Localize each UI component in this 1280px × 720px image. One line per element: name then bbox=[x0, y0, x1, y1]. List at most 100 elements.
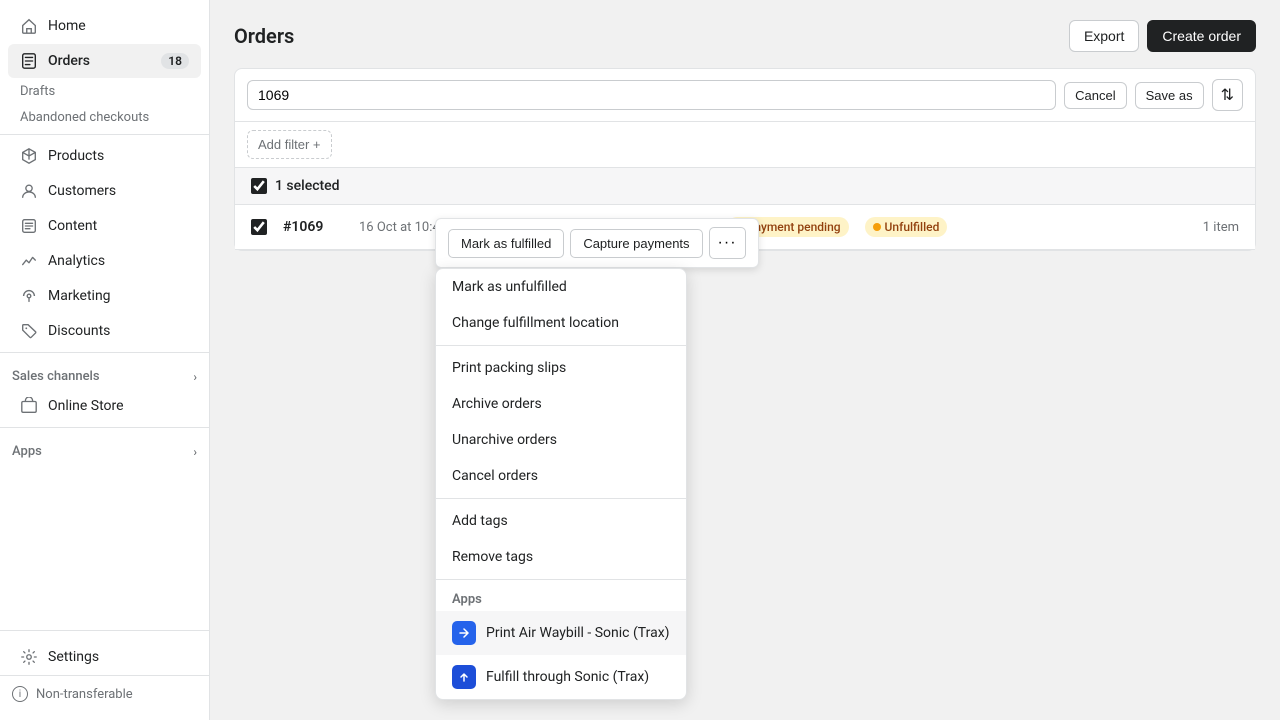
sidebar-sub-drafts[interactable]: Drafts bbox=[8, 79, 201, 104]
dropdown-item-cancel-orders[interactable]: Cancel orders bbox=[436, 458, 686, 494]
sidebar: Home Orders 18 Drafts Abandoned checkout… bbox=[0, 0, 210, 720]
table-container: 1 selected #1069 16 Oct at 10:47 am Test… bbox=[235, 168, 1255, 250]
add-filter-button[interactable]: Add filter + bbox=[247, 130, 332, 159]
dropdown-item-label: Print packing slips bbox=[452, 360, 566, 376]
sidebar-item-discounts[interactable]: Discounts bbox=[8, 314, 201, 348]
app-icon-0 bbox=[452, 621, 476, 645]
action-toolbar: Mark as fulfilled Capture payments ··· bbox=[435, 218, 759, 268]
sidebar-item-home-label: Home bbox=[48, 18, 86, 34]
sidebar-item-orders-label: Orders bbox=[48, 53, 90, 69]
dropdown-apps-label: Apps bbox=[436, 584, 686, 611]
sidebar-item-products-label: Products bbox=[48, 148, 104, 164]
sidebar-item-marketing[interactable]: Marketing bbox=[8, 279, 201, 313]
dropdown-item-label: Add tags bbox=[452, 513, 508, 529]
customers-icon bbox=[20, 182, 38, 200]
orders-icon bbox=[20, 52, 38, 70]
home-icon bbox=[20, 17, 38, 35]
selection-bar: 1 selected bbox=[235, 168, 1255, 205]
sidebar-item-online-store-label: Online Store bbox=[48, 398, 124, 414]
dropdown-item-label: Archive orders bbox=[452, 396, 542, 412]
dropdown-divider-1 bbox=[436, 345, 686, 346]
select-all-checkbox[interactable] bbox=[251, 178, 267, 194]
search-input[interactable] bbox=[247, 80, 1056, 110]
create-order-button[interactable]: Create order bbox=[1147, 20, 1256, 52]
chevron-right-icon: › bbox=[193, 370, 197, 384]
filter-bar: Add filter + bbox=[235, 122, 1255, 168]
sidebar-item-orders[interactable]: Orders 18 bbox=[8, 44, 201, 78]
more-actions-button[interactable]: ··· bbox=[709, 227, 746, 259]
dropdown-item-mark-unfulfilled[interactable]: Mark as unfulfilled bbox=[436, 269, 686, 305]
dropdown-item-label: Remove tags bbox=[452, 549, 533, 565]
order-items: 1 item bbox=[1203, 220, 1239, 235]
sort-button[interactable]: ⇅ bbox=[1212, 79, 1243, 111]
dropdown-app-item-label-0: Print Air Waybill - Sonic (Trax) bbox=[486, 625, 670, 641]
info-icon: i bbox=[12, 686, 28, 702]
sidebar-item-marketing-label: Marketing bbox=[48, 288, 111, 304]
sidebar-item-analytics[interactable]: Analytics bbox=[8, 244, 201, 278]
dropdown-item-print-slips[interactable]: Print packing slips bbox=[436, 350, 686, 386]
card-toolbar: Cancel Save as ⇅ bbox=[235, 69, 1255, 122]
fulfillment-status-badge: Unfulfilled bbox=[865, 217, 948, 237]
sales-channels-label: Sales channels bbox=[12, 369, 100, 384]
capture-payments-button[interactable]: Capture payments bbox=[570, 229, 702, 258]
apps-label: Apps bbox=[12, 444, 42, 459]
cancel-button[interactable]: Cancel bbox=[1064, 82, 1126, 109]
dropdown-item-label: Mark as unfulfilled bbox=[452, 279, 567, 295]
sidebar-item-online-store[interactable]: Online Store bbox=[8, 389, 201, 423]
export-button[interactable]: Export bbox=[1069, 20, 1139, 52]
orders-badge: 18 bbox=[161, 53, 189, 69]
analytics-icon bbox=[20, 252, 38, 270]
dropdown-menu: Mark as unfulfilled Change fulfillment l… bbox=[435, 268, 687, 700]
dropdown-item-remove-tags[interactable]: Remove tags bbox=[436, 539, 686, 575]
online-store-icon bbox=[20, 397, 38, 415]
dropdown-item-label: Unarchive orders bbox=[452, 432, 557, 448]
dropdown-app-item-0[interactable]: Print Air Waybill - Sonic (Trax) bbox=[436, 611, 686, 655]
save-as-button[interactable]: Save as bbox=[1135, 82, 1204, 109]
selection-count: 1 selected bbox=[275, 178, 340, 194]
non-transferable-label: Non-transferable bbox=[36, 687, 133, 702]
sidebar-item-analytics-label: Analytics bbox=[48, 253, 105, 269]
fulfillment-status-dot bbox=[873, 223, 881, 231]
sidebar-item-content[interactable]: Content bbox=[8, 209, 201, 243]
sidebar-item-content-label: Content bbox=[48, 218, 97, 234]
products-icon bbox=[20, 147, 38, 165]
order-id[interactable]: #1069 bbox=[283, 219, 343, 235]
ellipsis-icon: ··· bbox=[718, 234, 737, 251]
sidebar-sub-abandoned[interactable]: Abandoned checkouts bbox=[8, 105, 201, 130]
non-transferable[interactable]: i Non-transferable bbox=[0, 675, 209, 712]
sales-channels-header[interactable]: Sales channels › bbox=[0, 361, 209, 388]
page-title: Orders bbox=[234, 24, 294, 48]
dropdown-app-item-1[interactable]: Fulfill through Sonic (Trax) bbox=[436, 655, 686, 699]
sidebar-item-settings[interactable]: Settings bbox=[8, 640, 201, 674]
dropdown-item-label: Cancel orders bbox=[452, 468, 538, 484]
content-icon bbox=[20, 217, 38, 235]
app-icon-1 bbox=[452, 665, 476, 689]
dropdown-divider-2 bbox=[436, 498, 686, 499]
apps-header[interactable]: Apps › bbox=[0, 436, 209, 463]
dropdown-item-change-location[interactable]: Change fulfillment location bbox=[436, 305, 686, 341]
dropdown-item-unarchive[interactable]: Unarchive orders bbox=[436, 422, 686, 458]
dropdown-divider-3 bbox=[436, 579, 686, 580]
dropdown-item-label: Change fulfillment location bbox=[452, 315, 619, 331]
page-header: Orders Export Create order bbox=[234, 20, 1256, 52]
settings-icon bbox=[20, 648, 38, 666]
sidebar-item-home[interactable]: Home bbox=[8, 9, 201, 43]
sidebar-item-products[interactable]: Products bbox=[8, 139, 201, 173]
chevron-right-apps-icon: › bbox=[193, 445, 197, 459]
sidebar-item-discounts-label: Discounts bbox=[48, 323, 110, 339]
sidebar-item-settings-label: Settings bbox=[48, 649, 99, 665]
dropdown-item-add-tags[interactable]: Add tags bbox=[436, 503, 686, 539]
row-checkbox[interactable] bbox=[251, 219, 267, 235]
fulfillment-status-label: Unfulfilled bbox=[885, 220, 940, 234]
sidebar-item-customers[interactable]: Customers bbox=[8, 174, 201, 208]
dropdown-app-item-label-1: Fulfill through Sonic (Trax) bbox=[486, 669, 649, 685]
sidebar-item-customers-label: Customers bbox=[48, 183, 116, 199]
payment-status-label: Payment pending bbox=[747, 220, 841, 234]
main-content: Orders Export Create order Cancel Save a… bbox=[210, 0, 1280, 720]
discounts-icon bbox=[20, 322, 38, 340]
dropdown-item-archive[interactable]: Archive orders bbox=[436, 386, 686, 422]
orders-card: Cancel Save as ⇅ Add filter + 1 selected… bbox=[234, 68, 1256, 251]
header-actions: Export Create order bbox=[1069, 20, 1256, 52]
mark-fulfilled-button[interactable]: Mark as fulfilled bbox=[448, 229, 564, 258]
marketing-icon bbox=[20, 287, 38, 305]
